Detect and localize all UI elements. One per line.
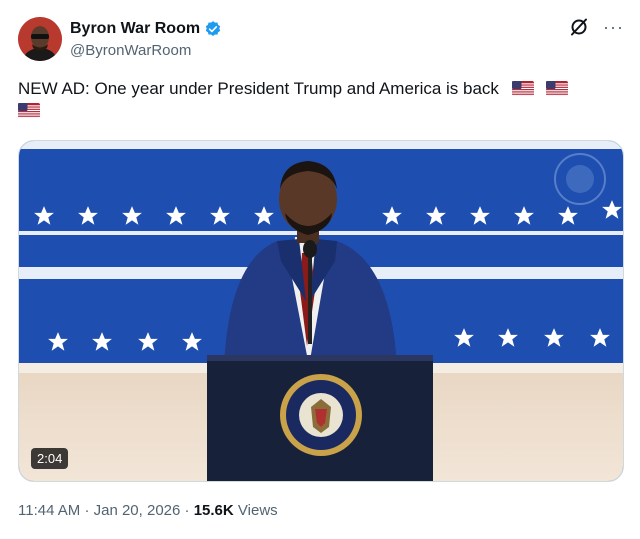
verified-badge-icon xyxy=(204,20,222,38)
profile-avatar[interactable] xyxy=(18,17,62,61)
post-time[interactable]: 11:44 AM xyxy=(18,502,80,519)
video-duration: 2:04 xyxy=(31,448,69,469)
tweet-meta: 11:44 AM · Jan 20, 2026 · 15.6K Views xyxy=(18,502,278,519)
video-frame xyxy=(19,141,623,481)
us-flag-emoji xyxy=(511,80,534,96)
tweet-body: NEW AD: One year under President Trump a… xyxy=(18,79,499,98)
post-date[interactable]: Jan 20, 2026 xyxy=(94,502,181,519)
us-flag-emoji xyxy=(546,80,569,96)
grok-icon[interactable] xyxy=(569,17,589,37)
us-flag-emoji xyxy=(18,102,40,118)
meta-separator: · xyxy=(184,502,190,519)
tweet-header: Byron War Room @ByronWarRoom ··· xyxy=(18,17,624,63)
video-player[interactable]: 2:04 xyxy=(18,140,624,482)
author-handle[interactable]: @ByronWarRoom xyxy=(70,41,222,61)
author-display-name-row[interactable]: Byron War Room xyxy=(70,19,222,39)
views-label: Views xyxy=(237,502,278,519)
views-count: 15.6K xyxy=(193,502,234,519)
tweet-text: NEW AD: One year under President Trump a… xyxy=(18,78,618,122)
author-display-name[interactable]: Byron War Room xyxy=(70,19,200,39)
meta-separator: · xyxy=(84,502,90,519)
podium xyxy=(207,355,433,481)
more-options-icon[interactable]: ··· xyxy=(603,17,624,37)
